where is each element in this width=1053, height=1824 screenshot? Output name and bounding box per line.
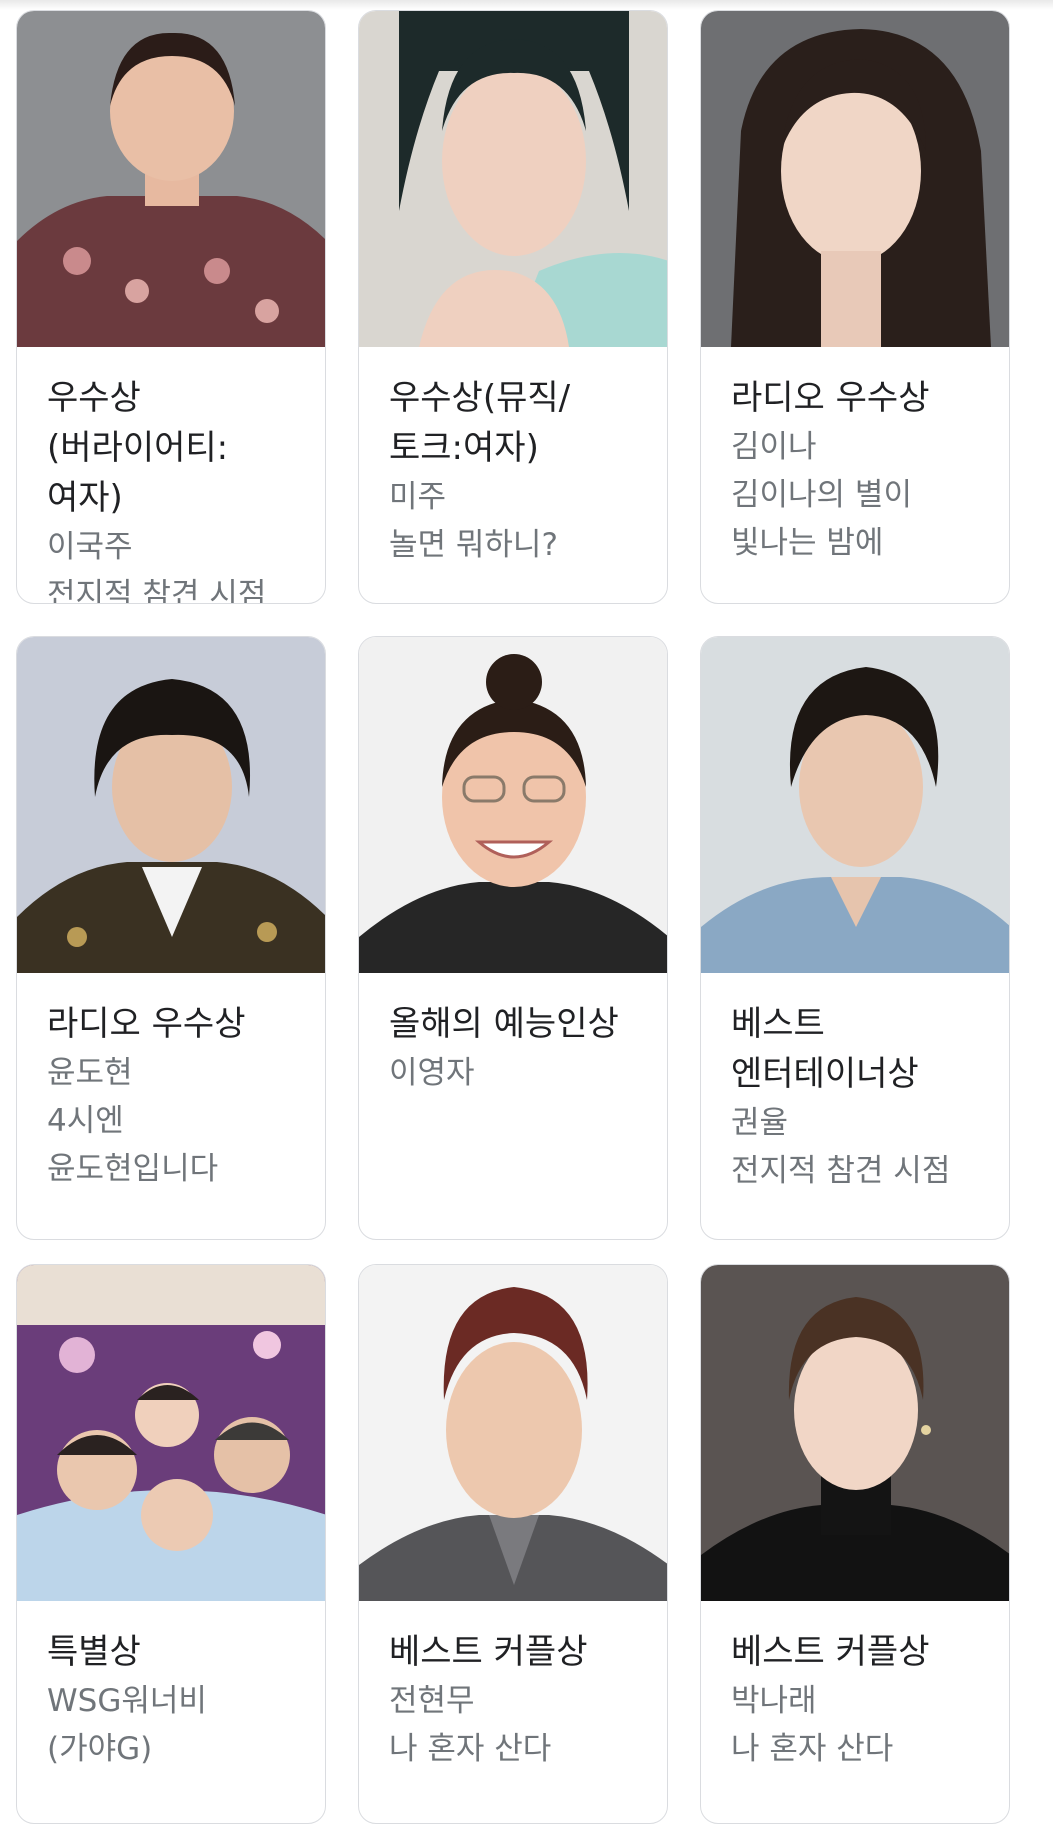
award-title: 베스트 엔터테이너상 [731,1004,919,1094]
award-title: 우수상(뮤직/토크:여자) [389,378,571,468]
winner-name: 윤도현 [47,1055,133,1091]
award-title: 올해의 예능인상 [389,1004,619,1044]
award-title: 라디오 우수상 [47,1004,246,1044]
person-photo [359,11,667,347]
program-name: 놀면 뭐하니? [389,527,558,563]
person-photo [17,637,325,973]
award-card[interactable]: 우수상(버라이어티:여자) 이국주 전지적 참견 시점 [16,10,326,604]
program-name: 나 혼자 산다 [731,1731,894,1767]
program-name: 김이나의 별이 빛나는 밤에 [731,477,912,561]
winner-name: WSG워너비(가야G) [47,1683,207,1767]
winner-name: 이국주 [47,529,133,565]
award-title: 베스트 커플상 [731,1632,930,1672]
top-shadow [0,0,1053,10]
winner-name: 이영자 [389,1055,475,1091]
award-card[interactable]: 우수상(뮤직/토크:여자) 미주 놀면 뭐하니? [358,10,668,604]
award-title: 베스트 커플상 [389,1632,588,1672]
award-card[interactable]: 베스트 엔터테이너상 권율 전지적 참견 시점 [700,636,1010,1240]
winner-name: 김이나 [731,429,817,465]
award-card[interactable]: 베스트 커플상 박나래 나 혼자 산다 [700,1264,1010,1824]
award-title: 라디오 우수상 [731,378,930,418]
winner-name: 박나래 [731,1683,817,1719]
award-title: 특별상 [47,1632,141,1672]
winner-name: 권율 [731,1105,789,1141]
person-photo [17,11,325,347]
program-name: 전지적 참견 시점 [731,1153,951,1189]
person-photo [701,11,1009,347]
person-photo [359,1265,667,1601]
person-photo [359,637,667,973]
group-photo [17,1265,325,1601]
winner-name: 전현무 [389,1683,475,1719]
program-name: 4시엔 윤도현입니다 [47,1103,219,1187]
award-title: 우수상(버라이어티:여자) [47,378,229,518]
program-name: 나 혼자 산다 [389,1731,552,1767]
award-card[interactable]: 베스트 커플상 전현무 나 혼자 산다 [358,1264,668,1824]
award-card[interactable]: 라디오 우수상 김이나 김이나의 별이 빛나는 밤에 [700,10,1010,604]
winner-name: 미주 [389,479,447,515]
person-photo [701,1265,1009,1601]
award-card[interactable]: 올해의 예능인상 이영자 [358,636,668,1240]
award-card[interactable]: 라디오 우수상 윤도현 4시엔 윤도현입니다 [16,636,326,1240]
program-name: 전지적 참견 시점 [47,577,267,604]
person-photo [701,637,1009,973]
award-card[interactable]: 특별상 WSG워너비(가야G) [16,1264,326,1824]
